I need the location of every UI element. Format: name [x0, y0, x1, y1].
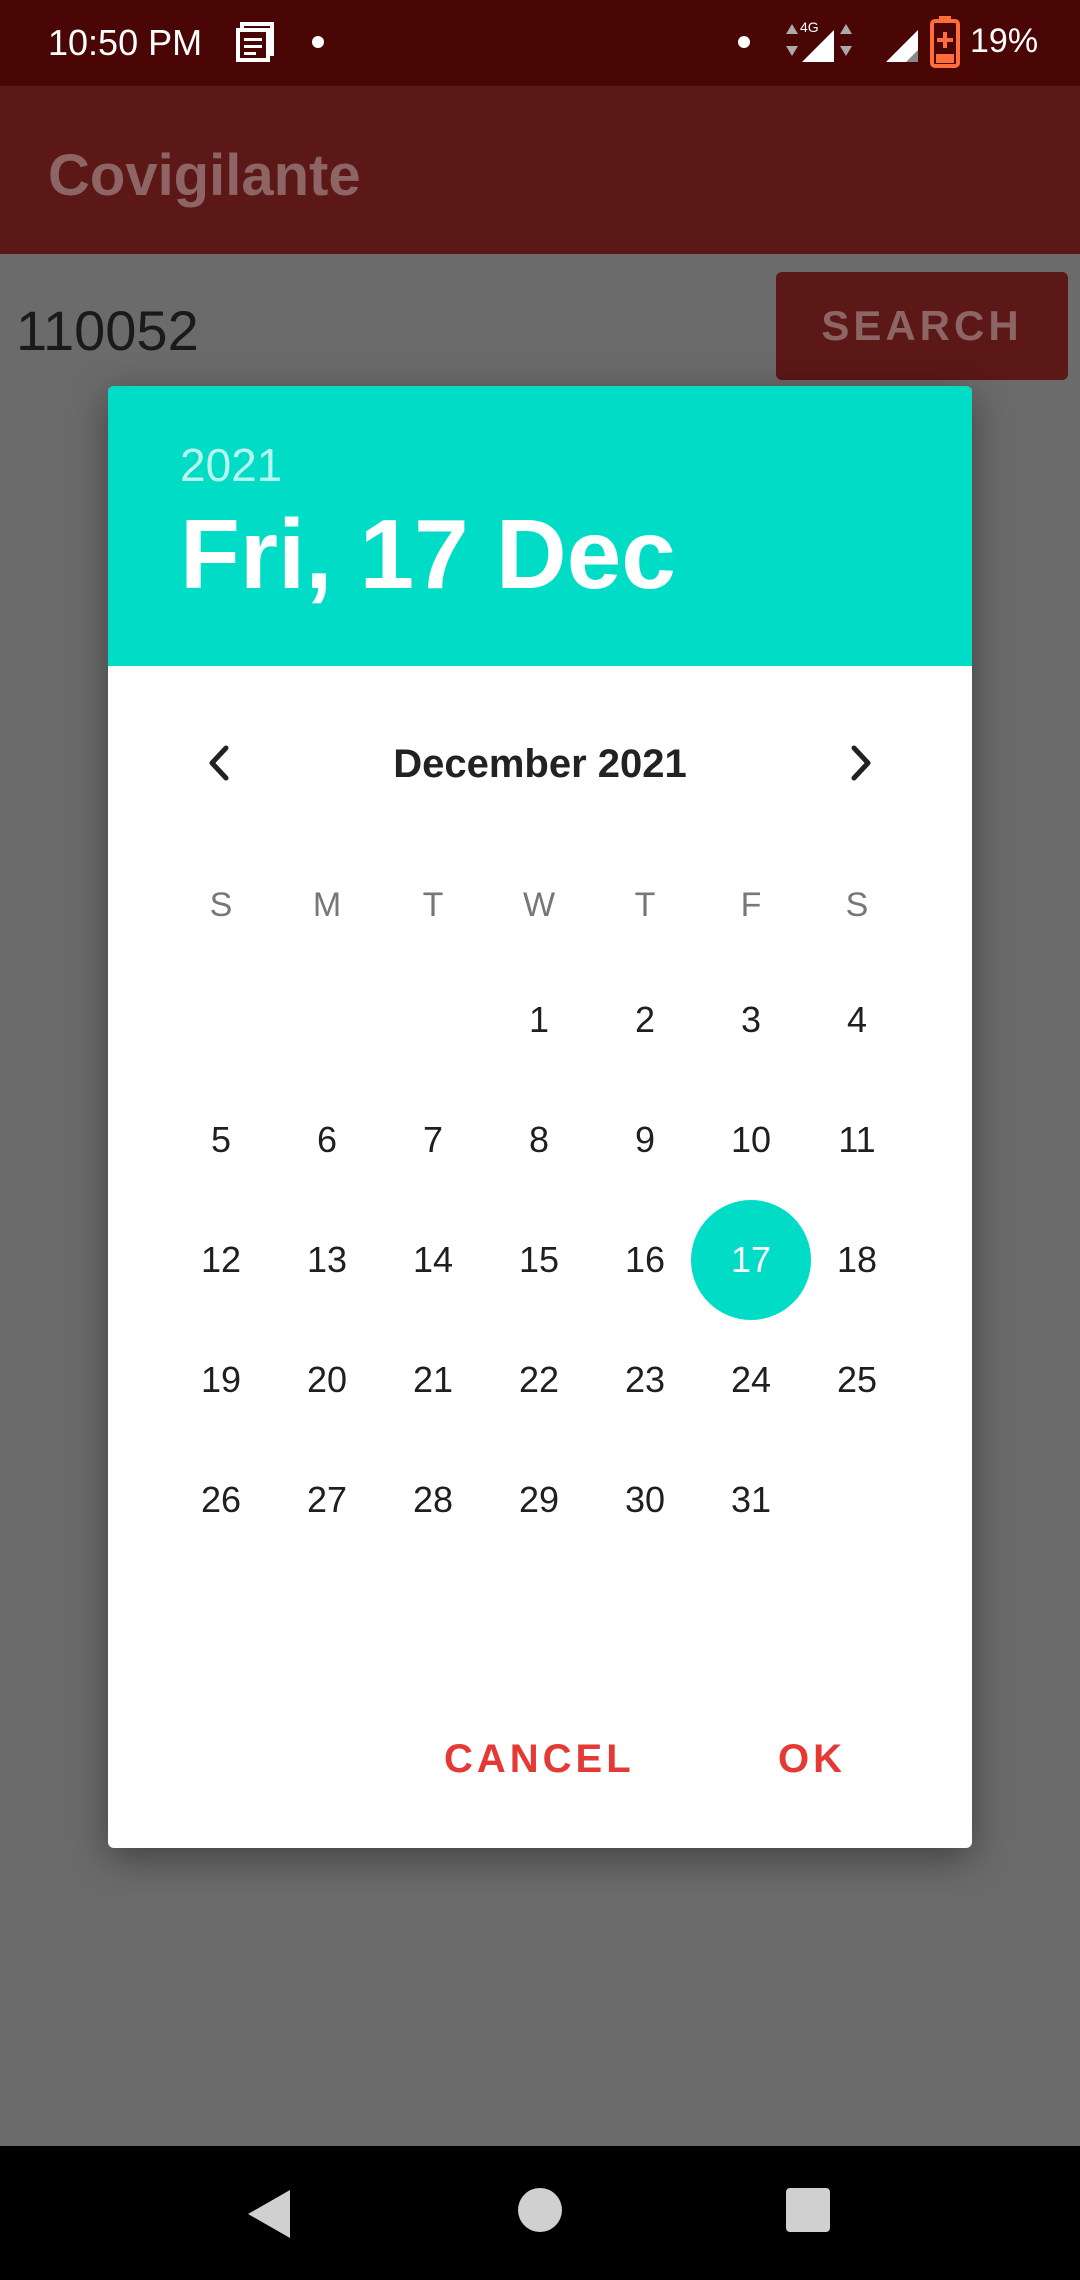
day-2[interactable]: 2: [592, 960, 698, 1080]
battery-icon: [930, 16, 960, 68]
day-23[interactable]: 23: [592, 1320, 698, 1440]
signal-icon: [886, 30, 918, 62]
search-button[interactable]: SEARCH: [776, 272, 1068, 380]
recent-apps-icon[interactable]: [786, 2188, 830, 2232]
weekday-thursday: T: [634, 886, 656, 924]
day-7[interactable]: 7: [380, 1080, 486, 1200]
day-12[interactable]: 12: [168, 1200, 274, 1320]
weekday-friday: F: [740, 886, 762, 924]
day-6[interactable]: 6: [274, 1080, 380, 1200]
day-17-selected[interactable]: 17: [691, 1200, 811, 1320]
dot-icon: [738, 36, 750, 48]
navigation-bar: [0, 2146, 1080, 2280]
header-selected-date[interactable]: Fri, 17 Dec: [180, 498, 676, 611]
day-27[interactable]: 27: [274, 1440, 380, 1560]
home-icon[interactable]: [518, 2188, 562, 2232]
day-5[interactable]: 5: [168, 1080, 274, 1200]
network-label: 4G: [800, 19, 819, 35]
day-25[interactable]: 25: [804, 1320, 910, 1440]
day-24[interactable]: 24: [698, 1320, 804, 1440]
notification-dot-icon: [312, 36, 324, 48]
day-8[interactable]: 8: [486, 1080, 592, 1200]
chevron-right-icon[interactable]: [836, 738, 886, 788]
ok-button[interactable]: OK: [772, 1736, 852, 1783]
status-bar: 10:50 PM 4G 19%: [0, 0, 1080, 86]
weekday-wednesday: W: [522, 886, 556, 924]
day-26[interactable]: 26: [168, 1440, 274, 1560]
cancel-button[interactable]: CANCEL: [438, 1736, 641, 1783]
day-11[interactable]: 11: [804, 1080, 910, 1200]
day-28[interactable]: 28: [380, 1440, 486, 1560]
pin-code-input[interactable]: 110052: [16, 298, 199, 363]
weekday-tuesday: T: [422, 886, 444, 924]
day-30[interactable]: 30: [592, 1440, 698, 1560]
app-bar: Covigilante: [0, 86, 1080, 254]
signal-4g-icon: 4G: [786, 19, 852, 62]
day-20[interactable]: 20: [274, 1320, 380, 1440]
day-18[interactable]: 18: [804, 1200, 910, 1320]
date-picker-header: 2021 Fri, 17 Dec: [108, 386, 972, 666]
day-10[interactable]: 10: [698, 1080, 804, 1200]
weekday-saturday: S: [845, 886, 869, 924]
status-time: 10:50 PM: [48, 22, 203, 63]
back-icon[interactable]: [244, 2186, 294, 2242]
day-31[interactable]: 31: [698, 1440, 804, 1560]
battery-percentage: 19%: [970, 22, 1039, 60]
date-picker-dialog: 2021 Fri, 17 Dec December 2021 S M T W T…: [108, 386, 972, 1848]
day-3[interactable]: 3: [698, 960, 804, 1080]
day-13[interactable]: 13: [274, 1200, 380, 1320]
weekday-sunday: S: [209, 886, 233, 924]
day-22[interactable]: 22: [486, 1320, 592, 1440]
day-9[interactable]: 9: [592, 1080, 698, 1200]
day-15[interactable]: 15: [486, 1200, 592, 1320]
day-14[interactable]: 14: [380, 1200, 486, 1320]
news-icon: [236, 22, 274, 62]
day-19[interactable]: 19: [168, 1320, 274, 1440]
day-16[interactable]: 16: [592, 1200, 698, 1320]
day-21[interactable]: 21: [380, 1320, 486, 1440]
weekday-monday: M: [312, 886, 342, 924]
header-year[interactable]: 2021: [180, 438, 282, 492]
day-1[interactable]: 1: [486, 960, 592, 1080]
app-title: Covigilante: [48, 143, 361, 208]
day-4[interactable]: 4: [804, 960, 910, 1080]
day-29[interactable]: 29: [486, 1440, 592, 1560]
